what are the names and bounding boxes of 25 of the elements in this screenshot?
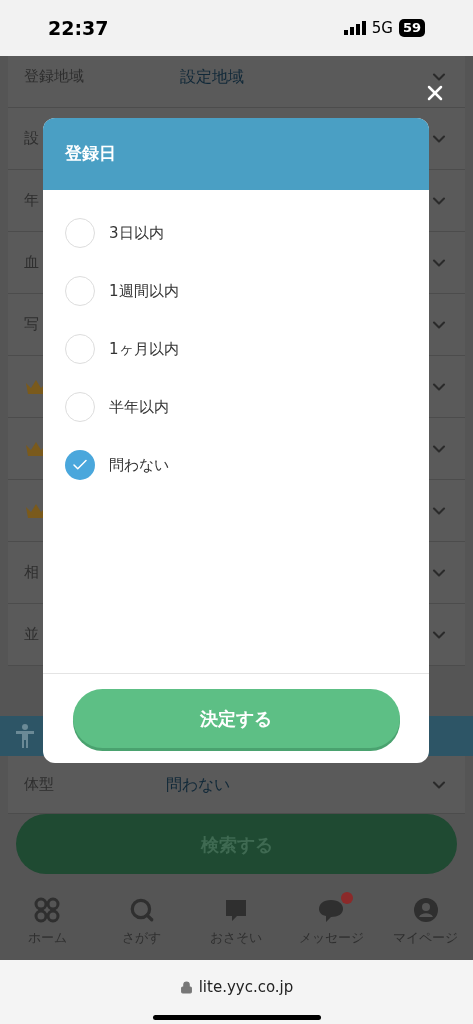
radio-button[interactable] (65, 276, 95, 306)
radio-button[interactable] (65, 392, 95, 422)
row-value: 設定地域 (180, 65, 244, 88)
speech-bubble-icon (317, 897, 346, 923)
modal-title: 登録日 (65, 142, 116, 166)
search-icon (128, 897, 155, 923)
radio-option[interactable]: 1ヶ月以内 (43, 320, 429, 378)
user-icon (412, 897, 439, 923)
confirm-button[interactable]: 決定する (72, 689, 400, 748)
network-label: 5G (371, 17, 393, 39)
lock-icon (179, 980, 193, 994)
clock-time: 22:37 (48, 15, 109, 41)
clover-icon (33, 896, 62, 924)
radio-button[interactable] (65, 334, 95, 364)
radio-button[interactable] (65, 218, 95, 248)
radio-option[interactable]: 半年以内 (43, 378, 429, 436)
url-text[interactable]: lite.yyc.co.jp (198, 976, 294, 999)
radio-option[interactable]: 3日以内 (43, 204, 429, 262)
radio-option[interactable]: 1週間以内 (43, 262, 429, 320)
radio-option[interactable]: 問わない (43, 436, 429, 494)
battery-indicator: 59 (398, 19, 425, 37)
person-icon (16, 724, 34, 748)
signal-icon (343, 21, 366, 35)
radio-button[interactable] (65, 450, 95, 480)
row-value: 問わない (166, 773, 230, 796)
